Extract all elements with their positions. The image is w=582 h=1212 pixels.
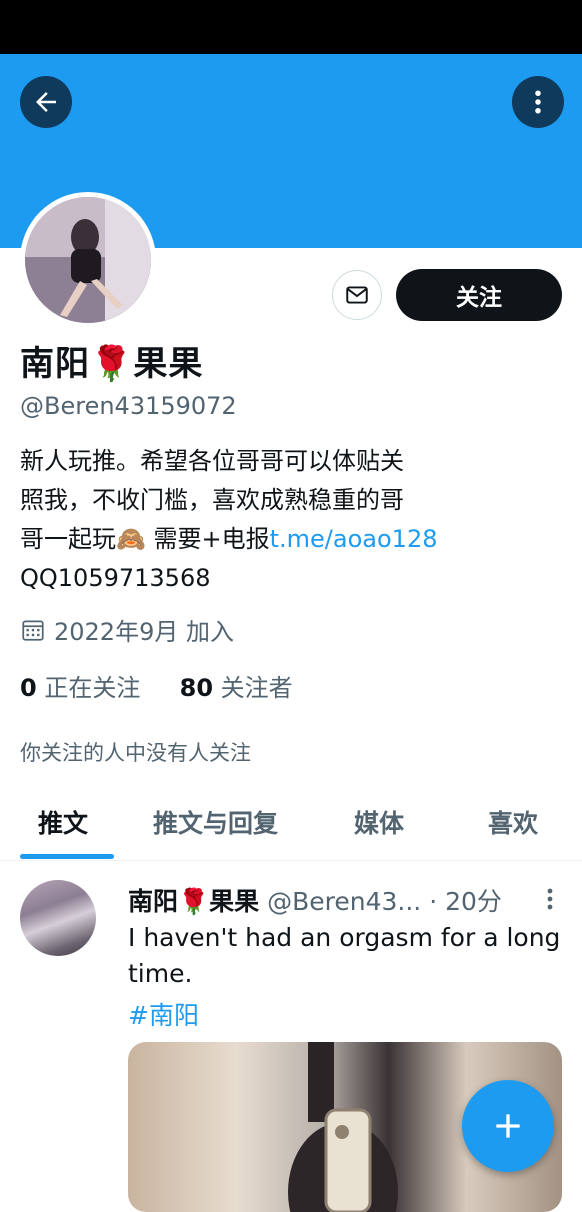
profile-bio: 新人玩推。希望各位哥哥可以体贴关 照我，不收门槛，喜欢成熟稳重的哥 哥一起玩🙈 … (20, 442, 560, 598)
profile-name-suffix: 果果 (133, 344, 204, 384)
joined-date: 2022年9月 加入 (20, 612, 234, 647)
tab-media[interactable]: 媒体 (354, 804, 404, 840)
followers-link[interactable]: 80 关注者 (180, 674, 293, 702)
following-count: 0 (20, 674, 37, 702)
followers-count: 80 (179, 674, 214, 702)
compose-tweet-button[interactable] (462, 1080, 554, 1172)
tweet-time: · 20分 (429, 887, 502, 916)
joined-text: 2022年9月 加入 (54, 618, 234, 646)
bio-link[interactable]: t.me/aoao128 (270, 525, 438, 553)
bio-line: 新人玩推。希望各位哥哥可以体贴关 (20, 447, 404, 475)
more-vertical-icon (547, 888, 553, 910)
follow-button[interactable]: 关注 (396, 269, 562, 321)
profile-handle: @Beren43159072 (20, 392, 237, 420)
more-vertical-icon (535, 90, 541, 114)
tweet-hashtag[interactable]: #南阳 (128, 996, 199, 1032)
followers-label: 关注者 (220, 674, 293, 702)
profile-tabs: 推文 推文与回复 媒体 喜欢 (0, 796, 582, 861)
bio-line: 照我，不收门槛，喜欢成熟稳重的哥 (20, 486, 404, 514)
tab-tweets-replies[interactable]: 推文与回复 (153, 804, 278, 840)
message-button[interactable] (332, 270, 382, 320)
calendar-icon (22, 619, 44, 641)
bio-line: 哥一起玩🙈 需要+电报t.me/aoao128 (20, 520, 560, 559)
profile-avatar[interactable] (20, 192, 156, 328)
more-options-button[interactable] (512, 76, 564, 128)
active-tab-indicator (20, 854, 114, 859)
tweet-header: 南阳🌹果果 @Beren43... · 20分 (128, 882, 502, 918)
tweet-more-button[interactable] (540, 884, 560, 914)
mail-icon (346, 286, 368, 304)
rose-emoji: 🌹 (90, 344, 134, 384)
followers-you-know: 你关注的人中没有人关注 (20, 741, 251, 765)
tweet-avatar[interactable] (20, 880, 96, 956)
tweet-author-name[interactable]: 南阳🌹果果 (128, 887, 259, 916)
tweet-author-handle: @Beren43... (267, 887, 422, 916)
tweet-text: I haven't had an orgasm for a long time. (128, 923, 561, 988)
status-bar (0, 0, 582, 54)
profile-name: 南阳🌹果果 (20, 336, 203, 385)
back-button[interactable] (20, 76, 72, 128)
arrow-left-icon (36, 92, 56, 112)
bio-text: 哥一起玩🙈 需要+电报 (20, 525, 270, 553)
tab-tweets[interactable]: 推文 (38, 804, 88, 840)
plus-icon (496, 1114, 520, 1138)
tab-likes[interactable]: 喜欢 (488, 804, 538, 840)
following-label: 正在关注 (44, 674, 141, 702)
follow-stats: 0 正在关注 80 关注者 (20, 668, 293, 703)
following-link[interactable]: 0 正在关注 (20, 674, 140, 702)
bio-line: QQ1059713568 (20, 564, 211, 592)
avatar-image (25, 197, 151, 323)
profile-name-prefix: 南阳 (20, 344, 90, 384)
